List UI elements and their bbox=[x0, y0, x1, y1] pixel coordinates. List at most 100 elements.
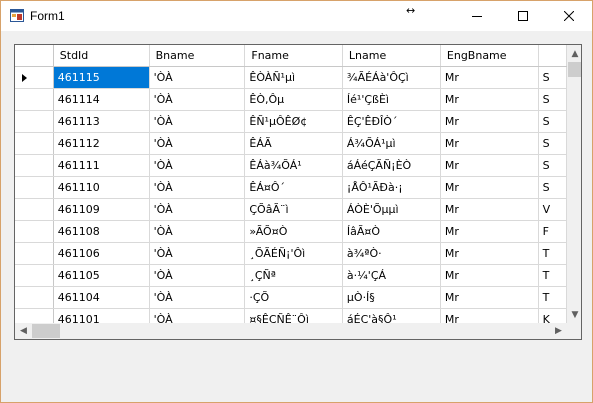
cell-bname[interactable]: 'ÒÀ bbox=[149, 88, 246, 111]
cell-next[interactable]: K bbox=[538, 308, 567, 323]
cell-stdid[interactable]: 461115 bbox=[53, 66, 150, 89]
scroll-left-icon[interactable]: ◀ bbox=[15, 323, 32, 339]
column-header-engbname[interactable]: EngBname bbox=[440, 45, 539, 67]
cell-fname[interactable]: ¸ÕÃÉÑ¡'Ôì bbox=[244, 242, 343, 265]
minimize-button[interactable] bbox=[454, 1, 500, 31]
cell-bname[interactable]: 'ÒÀ bbox=[149, 66, 246, 89]
column-header-lname[interactable]: Lname bbox=[342, 45, 441, 67]
cell-engbname[interactable]: Mr bbox=[440, 66, 539, 89]
cell-bname[interactable]: 'ÒÀ bbox=[149, 264, 246, 287]
scroll-right-icon[interactable]: ▶ bbox=[550, 323, 567, 339]
cell-bname[interactable]: 'ÒÀ bbox=[149, 242, 246, 265]
cell-lname[interactable]: áÁéÇÃÑ¡ÈÒ bbox=[342, 154, 441, 177]
cell-next[interactable]: S bbox=[538, 154, 567, 177]
cell-stdid[interactable]: 461110 bbox=[53, 176, 150, 199]
cell-bname[interactable]: 'ÒÀ bbox=[149, 198, 246, 221]
cell-engbname[interactable]: Mr bbox=[440, 308, 539, 323]
row-header-cell[interactable] bbox=[15, 286, 54, 309]
cell-stdid[interactable]: 461114 bbox=[53, 88, 150, 111]
cell-fname[interactable]: ÇÕâÃ¨ì bbox=[244, 198, 343, 221]
cell-engbname[interactable]: Mr bbox=[440, 264, 539, 287]
horizontal-scroll-thumb[interactable] bbox=[32, 324, 60, 338]
row-header-cell[interactable] bbox=[15, 308, 54, 323]
cell-stdid[interactable]: 461109 bbox=[53, 198, 150, 221]
cell-next[interactable]: S bbox=[538, 176, 567, 199]
table-row[interactable]: 461101 'ÒÀ ¤§ÊÇÑÊ¨Ôì áÉC'à§Ô¹ Mr K bbox=[15, 308, 567, 323]
cell-lname[interactable]: ÊÇ'ÊÐÎÒ´ bbox=[342, 110, 441, 133]
cell-stdid[interactable]: 461108 bbox=[53, 220, 150, 243]
cell-next[interactable]: T bbox=[538, 264, 567, 287]
cell-engbname[interactable]: Mr bbox=[440, 176, 539, 199]
cell-fname[interactable]: ¤§ÊÇÑÊ¨Ôì bbox=[244, 308, 343, 323]
cell-lname[interactable]: à¾ªÒ· bbox=[342, 242, 441, 265]
table-row[interactable]: 461112 'ÒÀ ÊÁÃ Á¾ÕÁ¹µì Mr S bbox=[15, 132, 567, 155]
cell-next[interactable]: V bbox=[538, 198, 567, 221]
cell-bname[interactable]: 'ÒÀ bbox=[149, 308, 246, 323]
cell-lname[interactable]: Íé¹'ÇßÈì bbox=[342, 88, 441, 111]
top-left-header-cell[interactable] bbox=[15, 45, 54, 67]
cell-lname[interactable]: áÉC'à§Ô¹ bbox=[342, 308, 441, 323]
maximize-button[interactable] bbox=[500, 1, 546, 31]
cell-bname[interactable]: 'ÒÀ bbox=[149, 154, 246, 177]
column-header-fname[interactable]: Fname bbox=[244, 45, 343, 67]
cell-next[interactable]: S bbox=[538, 110, 567, 133]
table-row[interactable]: 461108 'ÒÀ »ÃÕ¤Ò ÍâÃ¤Ò Mr F bbox=[15, 220, 567, 243]
table-row[interactable]: 461111 'ÒÀ ÊÁà¾ÕÁ¹ áÁéÇÃÑ¡ÈÒ Mr S bbox=[15, 154, 567, 177]
row-header-cell[interactable] bbox=[15, 154, 54, 177]
row-header-cell[interactable] bbox=[15, 264, 54, 287]
cell-fname[interactable]: ÊÑ¹µÔÊØ¢ bbox=[244, 110, 343, 133]
cell-engbname[interactable]: Mr bbox=[440, 154, 539, 177]
cell-stdid[interactable]: 461105 bbox=[53, 264, 150, 287]
cell-bname[interactable]: 'ÒÀ bbox=[149, 220, 246, 243]
row-header-cell[interactable] bbox=[15, 242, 54, 265]
horizontal-scrollbar[interactable]: ◀ ▶ bbox=[15, 323, 567, 339]
column-header-next[interactable] bbox=[538, 45, 567, 67]
cell-engbname[interactable]: Mr bbox=[440, 132, 539, 155]
cell-engbname[interactable]: Mr bbox=[440, 220, 539, 243]
cell-lname[interactable]: ÁÒÈ'Õµµì bbox=[342, 198, 441, 221]
cell-next[interactable]: T bbox=[538, 286, 567, 309]
row-header-cell[interactable] bbox=[15, 110, 54, 133]
cell-fname[interactable]: »ÃÕ¤Ò bbox=[244, 220, 343, 243]
row-header-cell[interactable] bbox=[15, 66, 54, 89]
cell-lname[interactable]: à·¼'ÇÁ bbox=[342, 264, 441, 287]
vertical-scrollbar[interactable]: ▲ ▼ bbox=[567, 45, 581, 323]
row-header-cell[interactable] bbox=[15, 220, 54, 243]
cell-next[interactable]: S bbox=[538, 88, 567, 111]
scroll-down-icon[interactable]: ▼ bbox=[567, 306, 581, 323]
row-header-cell[interactable] bbox=[15, 132, 54, 155]
cell-lname[interactable]: ¾ÃÉÁà'ÔÇì bbox=[342, 66, 441, 89]
table-row[interactable]: 461109 'ÒÀ ÇÕâÃ¨ì ÁÒÈ'Õµµì Mr V bbox=[15, 198, 567, 221]
cell-next[interactable]: S bbox=[538, 132, 567, 155]
vertical-scroll-thumb[interactable] bbox=[568, 62, 581, 77]
cell-next[interactable]: F bbox=[538, 220, 567, 243]
table-row[interactable]: 461106 'ÒÀ ¸ÕÃÉÑ¡'Ôì à¾ªÒ· Mr T bbox=[15, 242, 567, 265]
cell-stdid[interactable]: 461101 bbox=[53, 308, 150, 323]
cell-stdid[interactable]: 461111 bbox=[53, 154, 150, 177]
row-header-cell[interactable] bbox=[15, 176, 54, 199]
cell-stdid[interactable]: 461112 bbox=[53, 132, 150, 155]
cell-engbname[interactable]: Mr bbox=[440, 286, 539, 309]
table-row[interactable]: 461104 'ÒÀ ·ÇÕ µÒ·Í§ Mr T bbox=[15, 286, 567, 309]
cell-fname[interactable]: ÊÁ¤Ô´ bbox=[244, 176, 343, 199]
cell-bname[interactable]: 'ÒÀ bbox=[149, 110, 246, 133]
student-data-grid[interactable]: StdId Bname Fname Lname EngBname 461115 '… bbox=[14, 44, 582, 340]
cell-bname[interactable]: 'ÒÀ bbox=[149, 176, 246, 199]
column-header-bname[interactable]: Bname bbox=[149, 45, 246, 67]
cell-fname[interactable]: ·ÇÕ bbox=[244, 286, 343, 309]
cell-lname[interactable]: Á¾ÕÁ¹µì bbox=[342, 132, 441, 155]
cell-next[interactable]: S bbox=[538, 66, 567, 89]
cell-engbname[interactable]: Mr bbox=[440, 88, 539, 111]
cell-bname[interactable]: 'ÒÀ bbox=[149, 132, 246, 155]
cell-lname[interactable]: µÒ·Í§ bbox=[342, 286, 441, 309]
cell-fname[interactable]: ÊÒÀÑ¹µì bbox=[244, 66, 343, 89]
table-row[interactable]: 461110 'ÒÀ ÊÁ¤Ô´ ¡ÅÔ¹ÃÐà·¡ Mr S bbox=[15, 176, 567, 199]
table-row[interactable]: 461105 'ÒÀ ¸ÇÑª à·¼'ÇÁ Mr T bbox=[15, 264, 567, 287]
cell-engbname[interactable]: Mr bbox=[440, 242, 539, 265]
cell-lname[interactable]: ÍâÃ¤Ò bbox=[342, 220, 441, 243]
title-bar[interactable]: Form1 ↔ bbox=[1, 1, 592, 31]
cell-stdid[interactable]: 461104 bbox=[53, 286, 150, 309]
cell-lname[interactable]: ¡ÅÔ¹ÃÐà·¡ bbox=[342, 176, 441, 199]
cell-stdid[interactable]: 461113 bbox=[53, 110, 150, 133]
scroll-up-icon[interactable]: ▲ bbox=[567, 45, 581, 62]
